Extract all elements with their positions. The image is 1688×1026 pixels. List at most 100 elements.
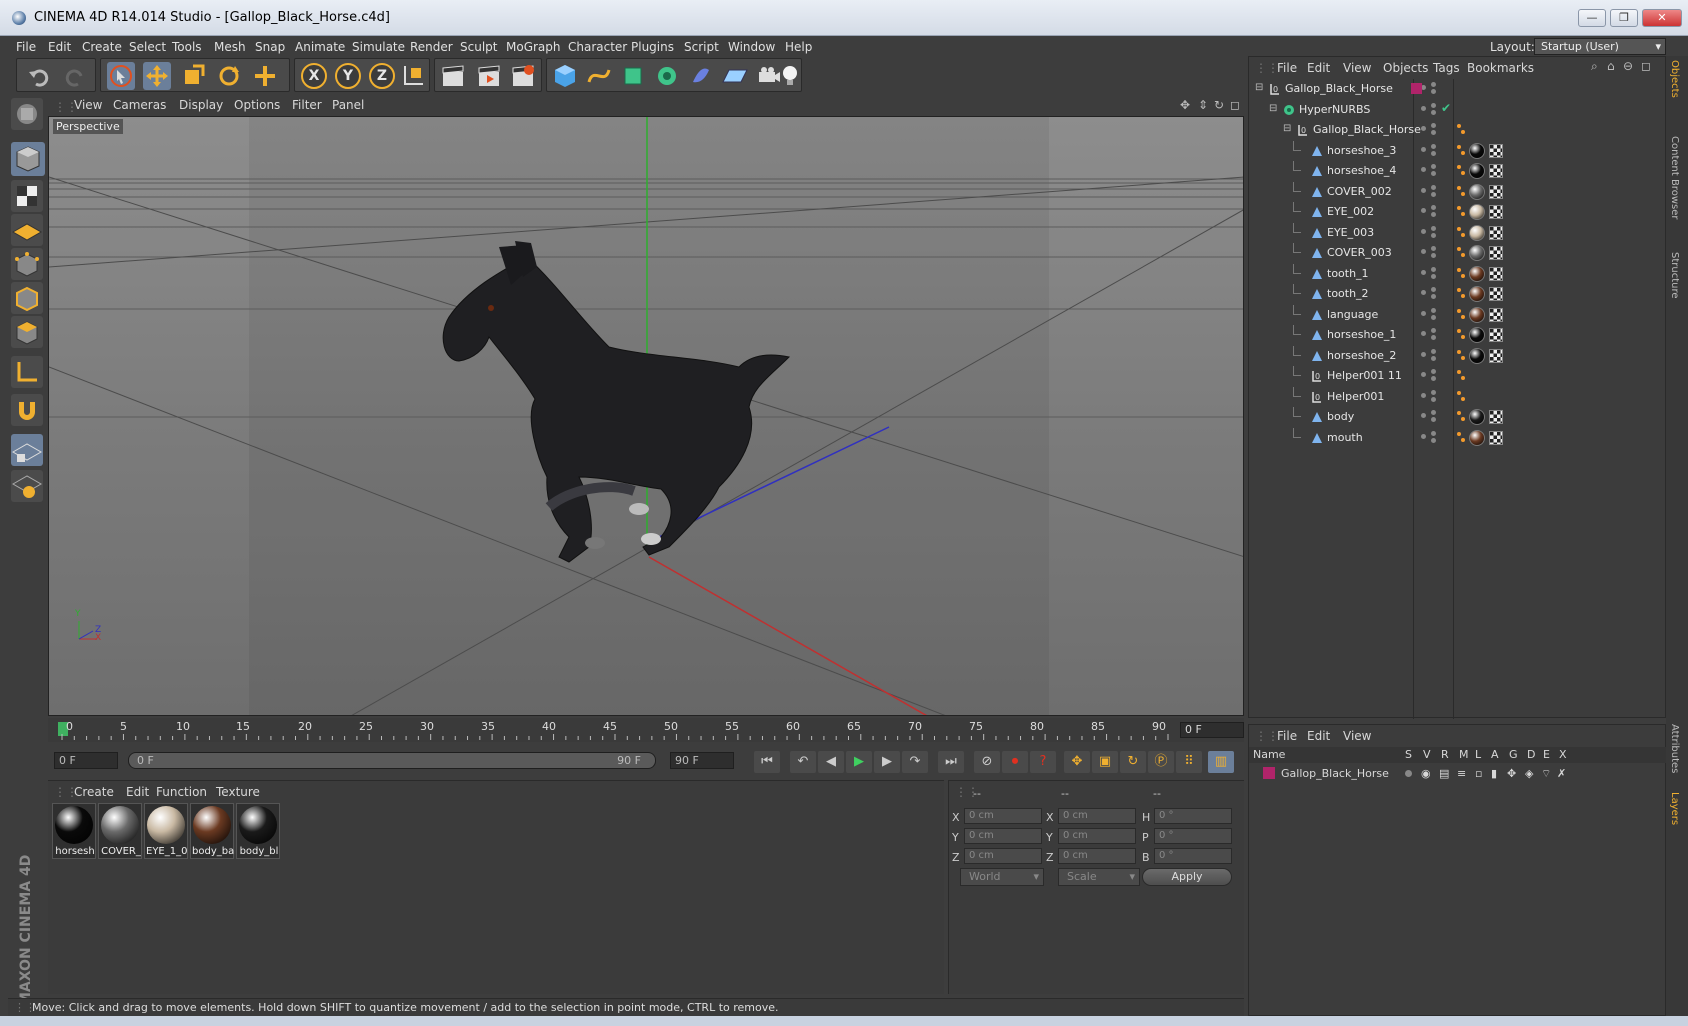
editor-visibility-dot[interactable] xyxy=(1421,413,1426,418)
material-swatch[interactable]: EYE_1_0( xyxy=(144,803,188,859)
layer-name[interactable]: Gallop_Black_Horse xyxy=(1281,767,1389,780)
undo-button[interactable] xyxy=(25,62,53,90)
uvw-tag-icon[interactable] xyxy=(1489,328,1503,342)
edges-mode-button[interactable] xyxy=(11,282,43,314)
close-button[interactable]: ✕ xyxy=(1642,9,1682,27)
phong-tag-icon[interactable] xyxy=(1461,150,1465,155)
object-name[interactable]: mouth xyxy=(1327,431,1363,444)
object-row[interactable]: EYE_003 xyxy=(1249,222,1667,243)
object-row[interactable]: horseshoe_1 xyxy=(1249,325,1667,345)
layers-menu-view[interactable]: View xyxy=(1343,729,1371,743)
tab-structure[interactable]: Structure xyxy=(1669,252,1680,299)
phong-tag-icon[interactable] xyxy=(1457,329,1461,333)
phong-tag-icon[interactable] xyxy=(1461,396,1465,401)
add-floor-button[interactable] xyxy=(721,62,749,90)
phong-tag-icon[interactable] xyxy=(1461,171,1465,175)
phong-tag-icon[interactable] xyxy=(1461,253,1465,257)
render-view-button[interactable] xyxy=(439,62,467,90)
material-tag-icon[interactable] xyxy=(1469,142,1485,159)
objects-menu-edit[interactable]: Edit xyxy=(1307,61,1330,75)
menu-script[interactable]: Script xyxy=(684,40,719,54)
xref-icon[interactable]: ✗ xyxy=(1557,767,1566,780)
object-name[interactable]: Helper001 11 xyxy=(1327,369,1402,382)
coord-system-dropdown[interactable]: World ▾ xyxy=(960,868,1044,886)
phong-tag-icon[interactable] xyxy=(1461,437,1465,442)
material-tag-icon[interactable] xyxy=(1469,286,1485,302)
object-name[interactable]: tooth_1 xyxy=(1327,267,1369,280)
viewport-menu-panel[interactable]: Panel xyxy=(332,98,364,112)
render-visibility-dot[interactable] xyxy=(1431,253,1436,258)
layer-color-tag[interactable] xyxy=(1411,83,1422,94)
object-name[interactable]: horseshoe_3 xyxy=(1327,144,1396,157)
menu-plugins[interactable]: Plugins xyxy=(631,40,674,54)
apply-button[interactable]: Apply xyxy=(1142,868,1232,886)
layer-row[interactable]: Gallop_Black_Horse ◉ ▤ ≡ ▫ ▮ ✥ ◈ ⌔ ✗ xyxy=(1249,765,1667,783)
uvw-tag-icon[interactable] xyxy=(1489,410,1503,424)
layers-menu-edit[interactable]: Edit xyxy=(1307,729,1330,743)
phong-tag-icon[interactable] xyxy=(1457,247,1461,251)
render-visibility-dot[interactable] xyxy=(1431,437,1436,443)
position-x-field[interactable]: 0 cm xyxy=(964,808,1042,824)
phong-tag-icon[interactable] xyxy=(1457,144,1461,149)
render-visibility-dot[interactable] xyxy=(1431,102,1436,108)
render-visibility-dot[interactable] xyxy=(1431,307,1436,313)
timeline-window-button[interactable]: ▥ xyxy=(1208,751,1234,773)
object-row[interactable]: horseshoe_3 xyxy=(1249,140,1667,161)
recent-tool-button[interactable] xyxy=(251,62,279,90)
uvw-tag-icon[interactable] xyxy=(1489,184,1503,199)
manager-icon[interactable]: ≡ xyxy=(1457,767,1466,780)
menu-mesh[interactable]: Mesh xyxy=(214,40,246,54)
previous-frame-button[interactable]: ◀ xyxy=(818,751,844,773)
editor-visibility-dot[interactable] xyxy=(1421,105,1426,111)
phong-tag-icon[interactable] xyxy=(1461,376,1465,380)
end-frame-field[interactable]: 90 F xyxy=(670,752,734,769)
deformer-icon[interactable]: ◈ xyxy=(1525,767,1533,780)
objects-menu-tags[interactable]: Tags xyxy=(1433,61,1460,75)
uvw-tag-icon[interactable] xyxy=(1489,143,1503,158)
phong-tag-icon[interactable] xyxy=(1457,308,1461,313)
viewport-camera-label[interactable]: Perspective xyxy=(53,119,123,134)
viewport-menu-options[interactable]: Options xyxy=(234,98,280,112)
phong-tag-icon[interactable] xyxy=(1461,232,1465,237)
phong-tag-icon[interactable] xyxy=(1457,165,1461,169)
objects-menu-bookmarks[interactable]: Bookmarks xyxy=(1467,61,1534,75)
menu-simulate[interactable]: Simulate xyxy=(352,40,405,54)
uvw-tag-icon[interactable] xyxy=(1489,205,1503,219)
points-mode-button[interactable] xyxy=(11,248,43,280)
object-row[interactable]: body xyxy=(1249,407,1667,427)
point-level-animation-button[interactable]: ⠿ xyxy=(1176,751,1202,773)
object-row[interactable]: ⊟ 0 Gallop_Black_Horse xyxy=(1249,120,1667,140)
render-visibility-dot[interactable] xyxy=(1431,232,1436,238)
visible-eye-icon[interactable]: ◉ xyxy=(1421,767,1431,780)
scale-tool-button[interactable] xyxy=(179,62,207,90)
next-key-button[interactable]: ↷ xyxy=(902,751,928,773)
render-visibility-dot[interactable] xyxy=(1431,266,1436,272)
keyframe-selection-button[interactable]: ? xyxy=(1030,751,1056,773)
object-row[interactable]: 0 Helper001 xyxy=(1249,386,1667,407)
phong-tag-icon[interactable] xyxy=(1457,226,1461,231)
render-visibility-dot[interactable] xyxy=(1431,417,1436,422)
render-settings-button[interactable] xyxy=(509,62,537,90)
editor-visibility-dot[interactable] xyxy=(1421,392,1426,398)
axis-mode-button[interactable] xyxy=(11,356,43,388)
redo-button[interactable] xyxy=(61,62,89,90)
menu-help[interactable]: Help xyxy=(785,40,812,54)
render-visibility-dot[interactable] xyxy=(1431,212,1436,217)
position-y-field[interactable]: 0 cm xyxy=(964,828,1042,844)
add-light-button[interactable] xyxy=(779,62,801,90)
rotate-tool-button[interactable] xyxy=(215,62,243,90)
editor-visibility-dot[interactable] xyxy=(1421,249,1426,254)
position-key-button[interactable]: ✥ xyxy=(1064,751,1090,773)
autokeying-button[interactable]: ⏺ xyxy=(1002,751,1028,773)
material-menu-function[interactable]: Function xyxy=(156,785,207,799)
editor-visibility-dot[interactable] xyxy=(1421,372,1426,377)
objects-menu-view[interactable]: View xyxy=(1343,61,1371,75)
object-row[interactable]: EYE_002 xyxy=(1249,202,1667,222)
position-z-field[interactable]: 0 cm xyxy=(964,848,1042,864)
object-name[interactable]: EYE_003 xyxy=(1327,226,1374,239)
size-z-field[interactable]: 0 cm xyxy=(1058,848,1136,864)
phong-tag-icon[interactable] xyxy=(1457,124,1461,128)
tab-attributes[interactable]: Attributes xyxy=(1669,724,1680,773)
y-axis-lock[interactable]: Y xyxy=(335,63,361,89)
next-frame-button[interactable]: ▶ xyxy=(874,751,900,773)
